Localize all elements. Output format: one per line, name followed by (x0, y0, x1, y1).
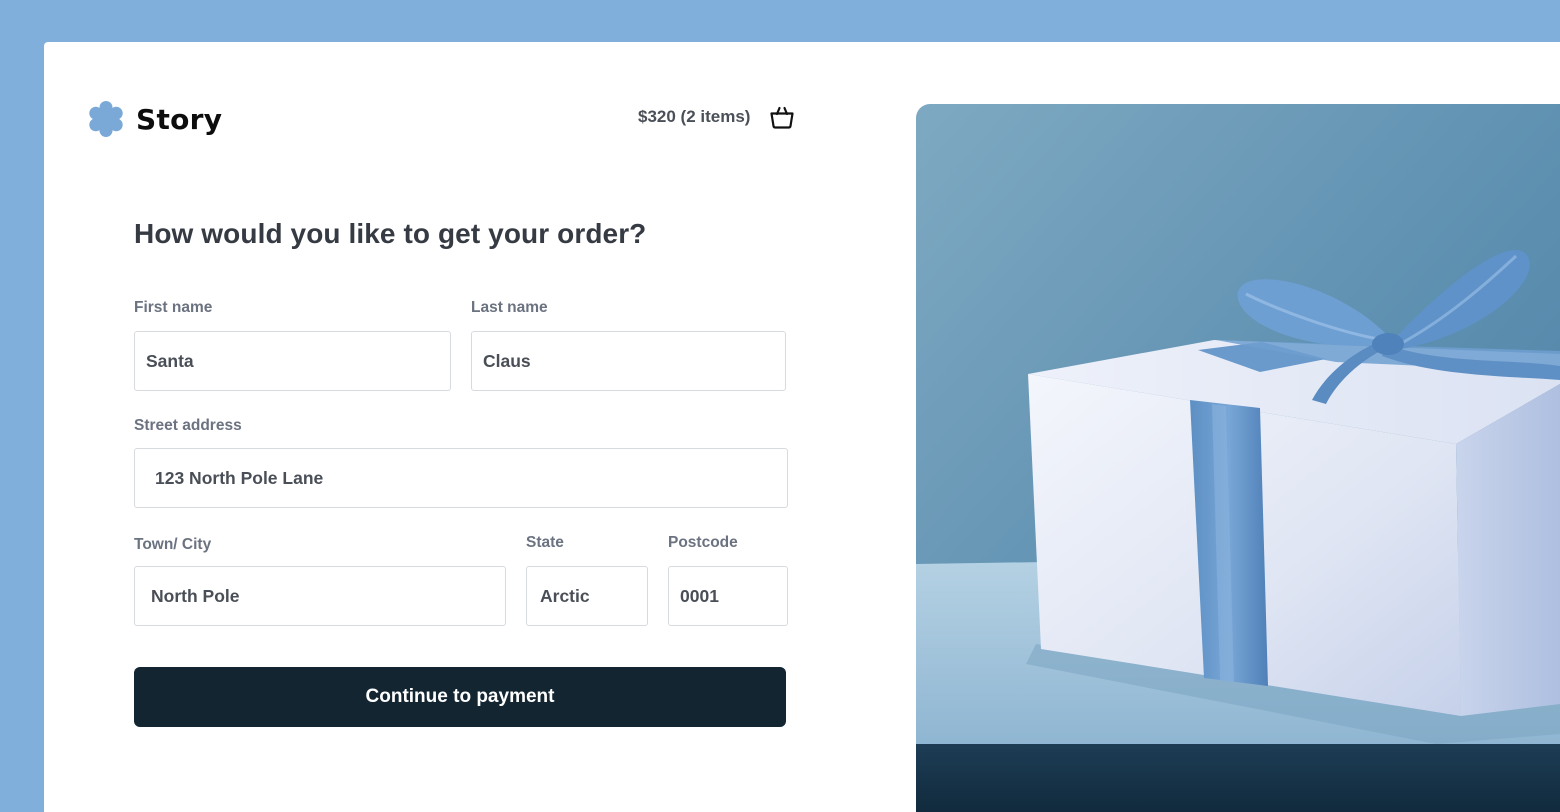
brand-name: Story (136, 102, 223, 136)
cart-summary-button[interactable]: $320 (2 items) (638, 103, 796, 131)
brand-logo[interactable]: Story (86, 99, 222, 139)
first-name-field[interactable] (134, 331, 451, 391)
shopping-basket-icon[interactable] (768, 103, 796, 131)
first-name-label: First name (134, 299, 213, 316)
postcode-label: Postcode (668, 534, 738, 551)
city-label: Town/ City (134, 536, 212, 553)
street-address-field[interactable] (134, 448, 788, 508)
gift-box-illustration (916, 104, 1560, 812)
last-name-label: Last name (471, 299, 548, 316)
state-field[interactable] (526, 566, 648, 626)
checkout-card: Story $320 (2 items) How would you like … (44, 42, 1560, 812)
city-field[interactable] (134, 566, 506, 626)
postcode-field[interactable] (668, 566, 788, 626)
gift-box-hero-image (916, 104, 1560, 812)
continue-to-payment-button[interactable]: Continue to payment (134, 667, 786, 727)
form-title: How would you like to get your order? (134, 218, 647, 249)
cart-total: $320 (2 items) (638, 107, 751, 126)
last-name-field[interactable] (471, 331, 786, 391)
state-label: State (526, 534, 564, 551)
flower-badge-icon (89, 101, 123, 137)
street-address-label: Street address (134, 417, 242, 434)
